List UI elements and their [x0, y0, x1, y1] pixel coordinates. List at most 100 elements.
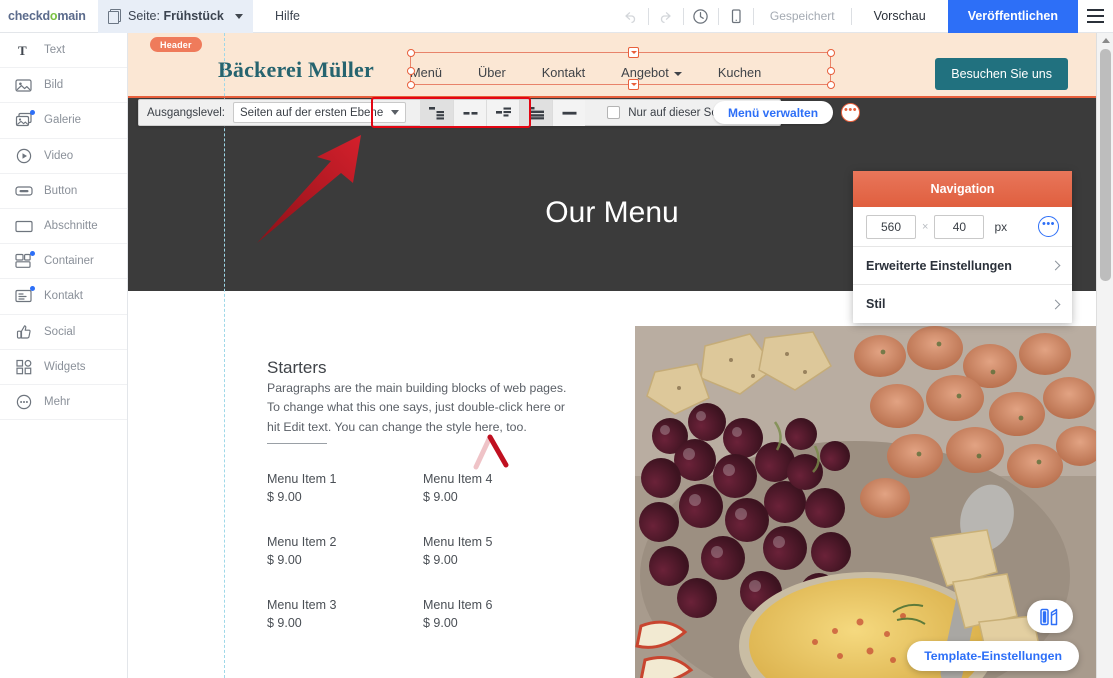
menu-entry-1[interactable]: Menu Item 1 $ 9.00 — [267, 472, 336, 504]
navigation-properties-panel[interactable]: Navigation 560 × 40 px ••• Erweiterte Ei… — [853, 171, 1072, 323]
element-more-options-button[interactable]: ••• — [841, 103, 861, 122]
design-palette-icon — [1040, 608, 1058, 625]
gallery-icon — [14, 109, 35, 130]
site-title[interactable]: Bäckerei Müller — [218, 57, 374, 83]
sidebar-item-abschnitte[interactable]: Abschnitte — [0, 209, 127, 245]
video-play-icon — [14, 146, 33, 165]
element-toolbar[interactable]: Ausgangslevel: Seiten auf der ersten Ebe… — [138, 99, 781, 126]
layout-stacked-right-button[interactable] — [519, 99, 553, 126]
sidebar-item-video[interactable]: Video — [0, 139, 127, 174]
sidebar-item-galerie[interactable]: Galerie — [0, 103, 127, 139]
layout-vertical-right-button[interactable] — [486, 99, 520, 126]
menu-entry-price: $ 9.00 — [267, 553, 302, 567]
resize-handle-br[interactable] — [826, 80, 835, 89]
menu-entry-price: $ 9.00 — [267, 616, 302, 630]
handle-bottom-caret[interactable] — [628, 79, 639, 90]
checkdomain-logo[interactable]: checkdomain — [8, 9, 93, 23]
layout-horizontal-inline-button[interactable] — [453, 99, 487, 126]
publish-button[interactable]: Veröffentlichen — [947, 0, 1078, 33]
design-settings-fab[interactable] — [1027, 600, 1073, 633]
badge-dot-galerie — [29, 109, 35, 116]
layout-vertical-left-button[interactable] — [420, 99, 454, 126]
resize-handle-tr[interactable] — [826, 48, 835, 57]
menu-food-photo[interactable] — [635, 326, 1096, 678]
pages-icon — [108, 9, 121, 24]
save-status: Gespeichert — [769, 9, 835, 23]
sidebar-item-kontakt[interactable]: Kontakt — [0, 279, 127, 315]
sidebar-item-button[interactable]: Button — [0, 174, 127, 209]
mobile-device-icon[interactable] — [719, 0, 753, 33]
help-link[interactable]: Hilfe — [275, 9, 300, 23]
hamburger-menu-icon[interactable] — [1078, 0, 1113, 33]
scrollbar-up-arrow[interactable] — [1097, 33, 1113, 48]
starters-paragraph[interactable]: Paragraphs are the main building blocks … — [267, 379, 567, 437]
chevron-down-icon — [673, 71, 682, 76]
undo-icon[interactable] — [614, 0, 648, 33]
panel-more-options-button[interactable]: ••• — [1038, 216, 1059, 237]
layout-single-bar-button[interactable] — [552, 99, 586, 126]
chevron-right-icon — [1050, 299, 1061, 309]
page-selector[interactable]: Seite: Frühstück — [98, 0, 253, 33]
site-nav-item-kuchen[interactable]: Kuchen — [718, 65, 761, 80]
level-label: Ausgangslevel: — [147, 106, 225, 119]
page-selector-label: Seite: Frühstück — [128, 9, 224, 23]
chevron-down-icon — [235, 13, 243, 19]
history-clock-icon[interactable] — [684, 0, 718, 33]
resize-handle-tl[interactable] — [406, 48, 415, 57]
manage-menu-group: Menü verwalten ••• — [713, 101, 864, 124]
badge-dot-container — [29, 250, 35, 257]
site-cta-button[interactable]: Besuchen Sie uns — [935, 58, 1068, 90]
checkbox-box[interactable] — [607, 106, 621, 119]
scrollbar-thumb[interactable] — [1100, 49, 1111, 281]
site-header-section[interactable]: Header Bäckerei Müller Menü Über Kontakt… — [128, 33, 1096, 98]
sidebar-item-social[interactable]: Social — [0, 315, 127, 350]
width-input[interactable]: 560 — [866, 214, 916, 239]
unit-label: px — [994, 219, 1008, 234]
sidebar-label-text: Text — [44, 44, 66, 57]
handle-top-caret[interactable] — [628, 47, 639, 58]
menu-entry-price: $ 9.00 — [423, 553, 458, 567]
level-dropdown[interactable]: Seiten auf der ersten Ebene — [233, 102, 407, 123]
menu-entry-5[interactable]: Menu Item 5 $ 9.00 — [423, 535, 492, 567]
menu-entry-name: Menu Item 2 — [267, 535, 337, 549]
widgets-grid-icon — [14, 357, 33, 376]
sidebar-item-mehr[interactable]: Mehr — [0, 385, 127, 421]
site-nav-item-uber[interactable]: Über — [478, 65, 506, 80]
site-nav-item-kontakt[interactable]: Kontakt — [542, 65, 585, 80]
sidebar-item-widgets[interactable]: Widgets — [0, 350, 127, 385]
badge-dot-kontakt — [29, 285, 35, 292]
sidebar-label-button: Button — [44, 184, 78, 197]
resize-handle-mr[interactable] — [826, 67, 835, 75]
panel-row-label: Erweiterte Einstellungen — [866, 258, 1012, 273]
manage-menu-button[interactable]: Menü verwalten — [713, 101, 834, 124]
sidebar-label-galerie: Galerie — [44, 114, 82, 127]
sidebar-item-bild[interactable]: Bild — [0, 68, 127, 104]
menu-entry-name: Menu Item 4 — [423, 472, 493, 486]
panel-row-advanced-settings[interactable]: Erweiterte Einstellungen — [853, 247, 1072, 285]
preview-button[interactable]: Vorschau — [852, 9, 948, 23]
menu-entry-2[interactable]: Menu Item 2 $ 9.00 — [267, 535, 336, 567]
menu-entry-4[interactable]: Menu Item 4 $ 9.00 — [423, 472, 492, 504]
resize-handle-bl[interactable] — [406, 80, 415, 89]
sidebar-item-container[interactable]: Container — [0, 244, 127, 280]
sidebar-label-kontakt: Kontakt — [44, 290, 83, 303]
layout-button-group — [420, 99, 586, 126]
menu-entry-name: Menu Item 5 — [423, 535, 493, 549]
site-nav-item-menu[interactable]: Menü — [410, 65, 442, 80]
menu-content-section[interactable]: Starters Paragraphs are the main buildin… — [128, 291, 1096, 678]
editor-canvas[interactable]: Header Bäckerei Müller Menü Über Kontakt… — [128, 33, 1096, 678]
panel-row-style[interactable]: Stil — [853, 285, 1072, 323]
panel-row-label: Stil — [866, 297, 886, 311]
menu-entry-name: Menu Item 6 — [423, 598, 493, 612]
template-settings-button[interactable]: Template-Einstellungen — [907, 641, 1079, 671]
sidebar-item-text[interactable]: T Text — [0, 33, 127, 69]
site-navigation[interactable]: Menü Über Kontakt Angebot Kuchen — [410, 65, 761, 80]
menu-entry-6[interactable]: Menu Item 6 $ 9.00 — [423, 598, 492, 630]
menu-entry-3[interactable]: Menu Item 3 $ 9.00 — [267, 598, 336, 630]
redo-icon[interactable] — [649, 0, 683, 33]
site-nav-item-angebot[interactable]: Angebot — [621, 65, 682, 80]
height-input[interactable]: 40 — [934, 214, 985, 239]
canvas-scrollbar[interactable] — [1096, 33, 1113, 678]
menu-entry-name: Menu Item 3 — [267, 598, 337, 612]
top-toolbar: checkdomain Seite: Frühstück Hilfe Gespe… — [0, 0, 1113, 33]
